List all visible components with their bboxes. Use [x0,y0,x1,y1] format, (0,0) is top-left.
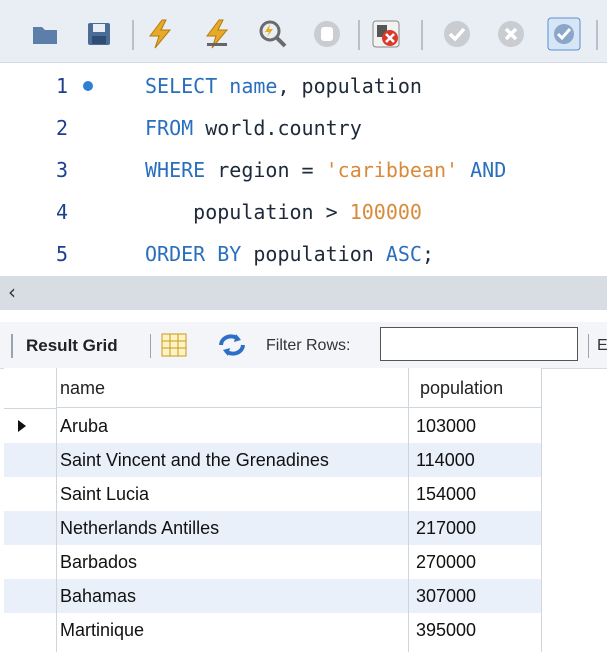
line-number: 4 [55,200,68,224]
editor-toolbar [0,0,607,63]
code-token: name [229,74,278,98]
cell-population[interactable]: 114000 [416,443,475,477]
open-folder-icon[interactable] [28,17,62,51]
execute-icon[interactable] [143,17,177,51]
code-token: ASC [385,242,422,266]
grid-divider [408,368,409,652]
current-row-icon [18,420,26,432]
column-header-name[interactable]: name [56,368,408,408]
save-icon[interactable] [82,17,116,51]
code-line[interactable]: 4 population > 100000 [0,191,607,233]
row-header-corner [4,368,56,409]
code-token: WHERE [145,158,218,182]
code-token: 'caribbean' [325,158,459,182]
sql-editor[interactable]: 1 SELECT name, population 2 FROM world.coun… [0,63,607,276]
code-token: FROM [145,116,206,140]
code-token: world.country [205,116,362,140]
rollback-icon[interactable] [494,17,528,51]
stop-icon[interactable] [310,17,344,51]
table-row[interactable]: Netherlands Antilles 217000 [4,511,541,545]
line-number: 3 [55,158,68,182]
execute-current-icon[interactable] [200,17,234,51]
code-text: population > 100000 [145,191,422,233]
code-token: 100000 [349,200,422,224]
toolbar-separator [11,334,13,358]
code-token: AND [458,158,507,182]
toolbar-separator [588,334,589,358]
table-row[interactable]: Aruba 103000 [4,409,541,443]
table-row[interactable]: Saint Lucia 154000 [4,477,541,511]
scroll-left-icon[interactable]: ‹ [8,280,16,304]
code-token: population > [145,200,350,224]
code-token: ORDER BY [145,242,254,266]
autocommit-icon[interactable] [547,17,581,51]
toolbar-separator [421,20,423,50]
table-row[interactable]: Saint Vincent and the Grenadines 114000 [4,443,541,477]
code-text: WHERE region = 'caribbean' AND [145,149,506,191]
code-line[interactable]: 1 SELECT name, population [0,65,607,107]
code-token: , population [277,74,422,98]
line-number: 2 [55,116,68,140]
line-number: 1 [55,74,68,98]
grid-divider [56,368,57,652]
result-toolbar: Result Grid Filter Rows: E [0,322,607,369]
cell-name[interactable]: Bahamas [60,579,136,613]
code-line[interactable]: 2 FROM world.country [0,107,607,149]
result-grid-tab[interactable]: Result Grid [26,336,118,356]
cell-name[interactable]: Barbados [60,545,137,579]
cell-population[interactable]: 217000 [416,511,476,545]
statement-marker-icon [83,81,93,91]
toolbar-separator [596,20,598,50]
filter-rows-input[interactable] [380,327,578,361]
commit-icon[interactable] [440,17,474,51]
code-line[interactable]: 5 ORDER BY population ASC; [0,233,607,275]
cell-name[interactable]: Martinique [60,613,144,647]
line-number: 5 [55,242,68,266]
column-header-population[interactable]: population [408,368,541,408]
refresh-icon[interactable] [217,332,247,363]
cell-name[interactable]: Netherlands Antilles [60,511,219,545]
code-token: region = [217,158,326,182]
cell-name[interactable]: Saint Lucia [60,477,149,511]
form-editor-icon[interactable] [161,333,187,362]
code-text: ORDER BY population ASC; [145,233,434,275]
toolbar-separator [358,20,360,50]
grid-divider [541,368,542,652]
code-token: population [253,242,386,266]
cell-name[interactable]: Saint Vincent and the Grenadines [60,443,329,477]
horizontal-scrollbar[interactable]: ‹ [0,276,607,310]
cell-population[interactable]: 103000 [416,409,476,443]
code-text: SELECT name, population [145,65,422,107]
table-row[interactable]: Barbados 270000 [4,545,541,579]
code-text: FROM world.country [145,107,362,149]
filter-rows-label: Filter Rows: [266,337,351,354]
explain-icon[interactable] [256,17,290,51]
code-token: SELECT [145,74,230,98]
table-row[interactable]: Martinique 395000 [4,613,541,647]
code-token: ; [421,242,434,266]
cell-population[interactable]: 270000 [416,545,476,579]
cell-population[interactable]: 307000 [416,579,476,613]
toggle-error-icon[interactable] [369,17,403,51]
toolbar-separator [150,334,151,358]
table-row[interactable]: Bahamas 307000 [4,579,541,613]
cell-population[interactable]: 395000 [416,613,476,647]
cell-population[interactable]: 154000 [416,477,476,511]
truncated-toolbar-label: E [597,337,607,354]
code-line[interactable]: 3 WHERE region = 'caribbean' AND [0,149,607,191]
cell-name[interactable]: Aruba [60,409,108,443]
toolbar-separator [132,20,134,50]
